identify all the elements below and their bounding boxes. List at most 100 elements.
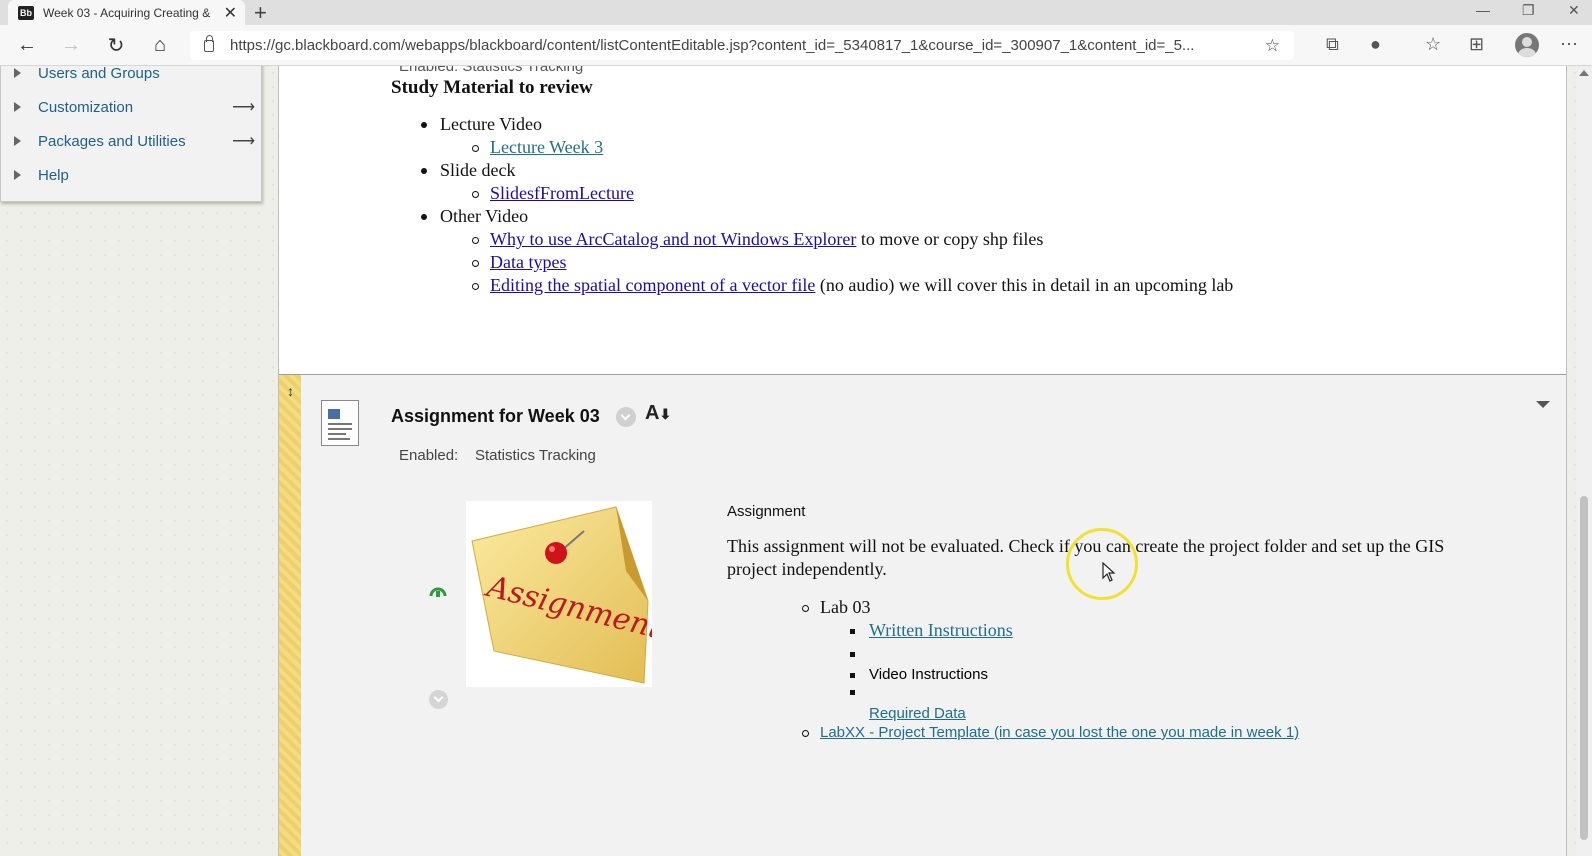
menu-item-packages-and-utilities[interactable]: Packages and Utilities ⟶ — [1, 124, 263, 158]
refresh-icon[interactable]: ↻ — [104, 33, 128, 57]
list-item: Lecture Video — [421, 114, 543, 135]
document-icon — [321, 400, 359, 446]
profile-icon[interactable] — [1515, 33, 1539, 57]
collapse-icon[interactable] — [1536, 401, 1550, 408]
lecture-week-3-link[interactable]: Lecture Week 3 — [490, 137, 603, 157]
reload-icon[interactable] — [428, 583, 448, 599]
circle-bullet-icon — [472, 191, 479, 198]
project-template-link[interactable]: LabXX - Project Template (in case you lo… — [820, 724, 1299, 741]
arrow-right-icon[interactable]: ⟶ — [232, 97, 255, 117]
back-icon[interactable]: ← — [15, 33, 39, 57]
blackboard-favicon: Bb — [18, 5, 34, 20]
list-item: LabXX - Project Template (in case you lo… — [802, 724, 1299, 741]
assignment-image: Assignment — [466, 501, 652, 687]
list-item: Other Video — [421, 206, 529, 227]
list-item: Lecture Week 3 — [472, 137, 603, 158]
assignment-note-illustration: Assignment — [471, 506, 652, 684]
circle-bullet-icon — [472, 145, 479, 152]
square-bullet-icon — [850, 690, 855, 695]
expand-triangle-icon[interactable] — [14, 68, 21, 78]
lab-03-label: Lab 03 — [820, 597, 871, 617]
extension-circle-icon[interactable]: ● — [1370, 34, 1381, 55]
extension-icon[interactable]: ⧉ — [1326, 34, 1339, 55]
list-item: Why to use ArcCatalog and not Windows Ex… — [472, 229, 1044, 250]
expand-triangle-icon[interactable] — [14, 136, 21, 146]
editing-vector-link[interactable]: Editing the spatial component of a vecto… — [490, 275, 815, 295]
menu-item-users-and-groups[interactable]: Users and Groups — [1, 66, 263, 90]
circle-bullet-icon — [472, 283, 479, 290]
circle-bullet-icon — [802, 730, 809, 737]
menu-item-label[interactable]: Packages and Utilities — [38, 133, 186, 150]
course-menu: Users and Groups Customization ⟶ Package… — [0, 66, 262, 202]
restore-icon[interactable]: ❐ — [1522, 2, 1535, 19]
circle-bullet-icon — [472, 260, 479, 267]
menu-item-customization[interactable]: Customization ⟶ — [1, 90, 263, 124]
lock-icon[interactable] — [204, 34, 214, 52]
circle-bullet-icon — [802, 605, 809, 612]
square-bullet-icon — [850, 629, 855, 634]
list-item: Written Instructions — [850, 620, 1013, 641]
expand-triangle-icon[interactable] — [14, 170, 21, 180]
list-item: SlidesfFromLecture — [472, 183, 634, 204]
highlight-stripe — [279, 375, 301, 856]
options-menu-icon[interactable] — [616, 407, 636, 427]
other-video-label: Other Video — [440, 206, 529, 226]
enabled-label: Enabled: — [399, 447, 459, 464]
expand-options-icon[interactable] — [429, 690, 448, 709]
minimize-icon[interactable]: — — [1476, 2, 1490, 18]
slide-deck-label: Slide deck — [440, 160, 516, 180]
address-toolbar: ← → ↻ ⌂ https://gc.blackboard.com/webapp… — [0, 25, 1592, 66]
browser-tab-strip: Bb Week 03 - Acquiring Creating & ✕ + — … — [0, 0, 1592, 25]
close-tab-icon[interactable]: ✕ — [224, 3, 237, 23]
menu-item-label[interactable]: Customization — [38, 99, 133, 116]
list-item: Slide deck — [421, 160, 516, 181]
home-icon[interactable]: ⌂ — [148, 33, 172, 57]
more-icon[interactable]: ⋯ — [1560, 34, 1578, 55]
list-item: Video Instructions — [850, 666, 988, 683]
cursor-icon — [1102, 562, 1116, 582]
close-window-icon[interactable]: ✕ — [1568, 2, 1580, 19]
expand-triangle-icon[interactable] — [14, 102, 21, 112]
circle-bullet-icon — [472, 237, 479, 244]
study-material-title: Study Material to review — [391, 77, 593, 98]
video-instructions-label: Video Instructions — [869, 666, 988, 683]
arccatalog-suffix: to move or copy shp files — [860, 229, 1044, 249]
menu-item-help[interactable]: Help — [1, 158, 263, 192]
browser-tab[interactable]: Bb Week 03 - Acquiring Creating & ✕ — [8, 0, 245, 25]
statistics-tracking-link[interactable]: Statistics Tracking — [475, 447, 596, 464]
favorite-add-icon[interactable]: ☆ — [1265, 36, 1280, 56]
bullet-icon — [421, 214, 427, 220]
arrow-right-icon[interactable]: ⟶ — [232, 131, 255, 151]
address-bar[interactable]: https://gc.blackboard.com/webapps/blackb… — [190, 31, 1294, 60]
scroll-up-icon[interactable] — [1579, 70, 1589, 76]
menu-item-label[interactable]: Users and Groups — [38, 66, 160, 82]
forward-icon[interactable]: → — [59, 33, 83, 57]
bullet-icon — [421, 122, 427, 128]
data-types-link[interactable]: Data types — [490, 252, 566, 272]
new-tab-icon[interactable]: + — [254, 0, 267, 26]
vertical-scrollbar[interactable] — [1576, 66, 1592, 856]
slides-link[interactable]: SlidesfFromLecture — [490, 183, 634, 203]
assignment-title[interactable]: Assignment for Week 03 — [391, 406, 600, 427]
written-instructions-link[interactable]: Written Instructions — [869, 620, 1013, 640]
page-viewport: Users and Groups Customization ⟶ Package… — [0, 66, 1576, 856]
font-size-icon[interactable]: A⬇ — [645, 402, 671, 425]
collections-icon[interactable]: ⊞ — [1469, 34, 1484, 55]
scrollbar-thumb[interactable] — [1580, 496, 1588, 840]
favorites-icon[interactable]: ☆ — [1425, 34, 1441, 55]
square-bullet-icon — [850, 652, 855, 657]
list-item: Data types — [472, 252, 566, 273]
lecture-video-label: Lecture Video — [440, 114, 543, 134]
content-area: Enabled: Statistics Tracking Study Mater… — [278, 66, 1567, 856]
bullet-icon — [421, 168, 427, 174]
list-item: Required Data — [869, 705, 966, 722]
url-text[interactable]: https://gc.blackboard.com/webapps/blackb… — [230, 37, 1260, 54]
tab-title: Week 03 - Acquiring Creating & — [43, 5, 211, 20]
list-item: Lab 03 — [802, 597, 871, 618]
arccatalog-link[interactable]: Why to use ArcCatalog and not Windows Ex… — [490, 229, 856, 249]
required-data-link[interactable]: Required Data — [869, 705, 966, 722]
list-item: Editing the spatial component of a vecto… — [472, 275, 1234, 296]
drag-handle-icon[interactable]: ↕ — [287, 383, 294, 399]
editing-suffix: (no audio) we will cover this in detail … — [819, 275, 1234, 295]
menu-item-label[interactable]: Help — [38, 167, 69, 184]
